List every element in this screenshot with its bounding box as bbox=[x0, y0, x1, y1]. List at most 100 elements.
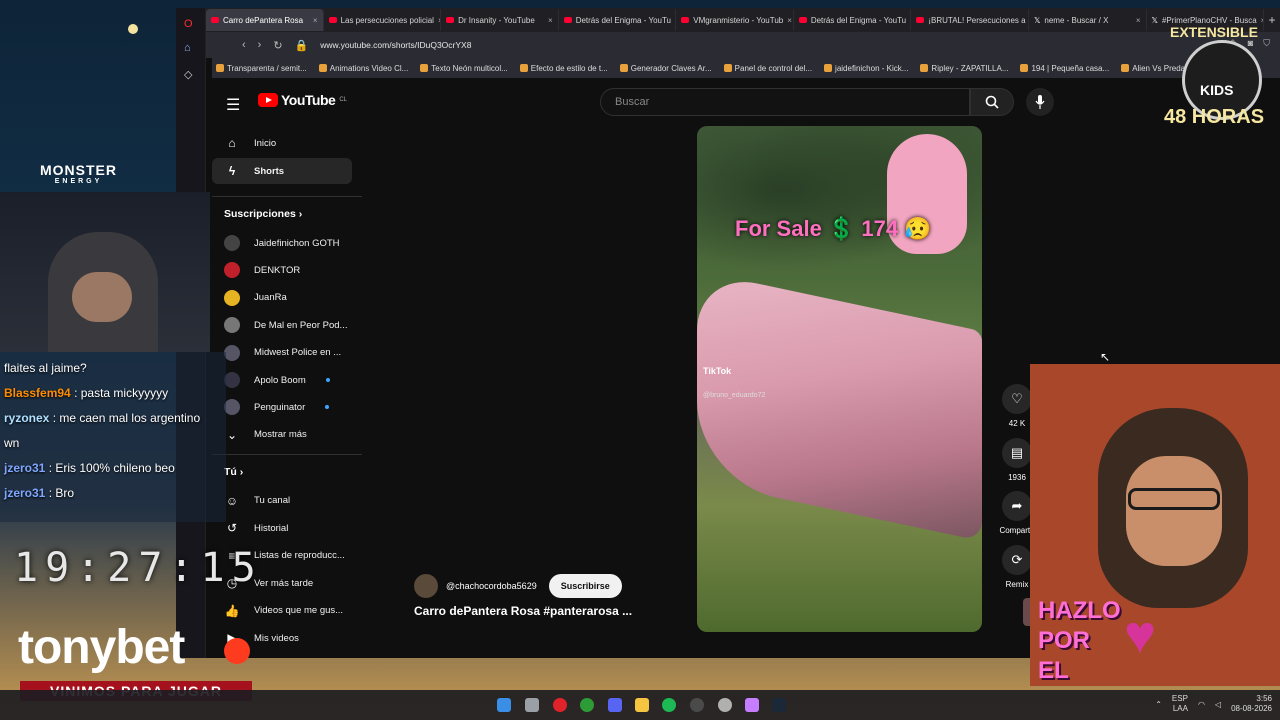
search-button[interactable] bbox=[970, 88, 1014, 116]
tray-expand-icon[interactable]: ⌃ bbox=[1155, 700, 1162, 709]
subscription-item[interactable]: De Mal en Peor Pod... bbox=[212, 312, 352, 338]
app-icon[interactable] bbox=[718, 698, 732, 712]
browser-tab[interactable]: Dr Insanity - YouTube × bbox=[441, 9, 559, 31]
close-tab-icon[interactable]: × bbox=[548, 16, 553, 25]
guide-item-label: Historial bbox=[254, 522, 289, 534]
language-indicator[interactable]: ESP LAA bbox=[1172, 694, 1188, 714]
guide-item-you[interactable]: 👍 Videos que me gus... bbox=[212, 598, 352, 624]
launcher-icon[interactable] bbox=[745, 698, 759, 712]
subscription-item[interactable]: Midwest Police en ... bbox=[212, 340, 352, 366]
volume-icon[interactable]: ◁ bbox=[1215, 700, 1221, 709]
subscription-label: JuanRa bbox=[254, 292, 287, 304]
guide-item-shorts[interactable]: ϟ Shorts bbox=[212, 158, 352, 184]
subscription-label: Apolo Boom bbox=[254, 374, 306, 386]
task-view-icon[interactable] bbox=[525, 698, 539, 712]
chevron-right-icon: › bbox=[295, 208, 303, 220]
bookmark-item[interactable]: Texto Neón multicol... bbox=[420, 64, 508, 73]
opera-icon[interactable] bbox=[553, 698, 567, 712]
video-title[interactable]: Carro dePantera Rosa #panterarosa ... bbox=[414, 604, 632, 618]
browser-tab[interactable]: Carro dePantera Rosa × bbox=[206, 9, 324, 31]
chat-username: jzero31 bbox=[4, 461, 46, 475]
bookmark-favicon-icon bbox=[824, 64, 833, 72]
subscription-item[interactable]: DENKTOR bbox=[212, 257, 352, 283]
subscriptions-header[interactable]: Suscripciones › bbox=[224, 208, 302, 220]
guide-item-inicio[interactable]: ⌂ Inicio bbox=[212, 130, 352, 156]
wifi-icon[interactable]: ◠ bbox=[1198, 700, 1205, 709]
history-icon: ↺ bbox=[226, 521, 238, 536]
subscribe-button[interactable]: Suscribirse bbox=[548, 574, 622, 598]
discord-icon[interactable] bbox=[608, 698, 622, 712]
mic-icon bbox=[1035, 95, 1045, 109]
bookmark-item[interactable]: Efecto de estilo de t... bbox=[519, 63, 608, 73]
browser-tab[interactable]: 𝕏neme - Buscar / X × bbox=[1029, 9, 1147, 31]
mouse-cursor-icon: ↖ bbox=[1100, 350, 1111, 364]
guide-item-label: Inicio bbox=[254, 137, 277, 149]
sponsor-dot bbox=[224, 638, 250, 664]
bookmark-item[interactable]: Animations Video Cl... bbox=[318, 64, 408, 73]
you-header[interactable]: Tú › bbox=[224, 466, 243, 478]
badge-top-text: EXTENSIBLE bbox=[1170, 24, 1258, 40]
youtube-logo[interactable]: YouTube CL bbox=[258, 92, 347, 108]
opera-logo-icon[interactable]: O bbox=[184, 18, 193, 30]
bookmark-item[interactable]: Transparenta / semit... bbox=[216, 64, 307, 73]
channel-name[interactable]: @chachocordoba5629 bbox=[446, 581, 537, 591]
speed-dial-icon[interactable]: ◇ bbox=[184, 68, 192, 81]
bookmark-favicon-icon bbox=[920, 64, 929, 72]
chat-username: jzero31 bbox=[4, 486, 46, 500]
bookmark-favicon-icon bbox=[216, 64, 224, 72]
browser-tab[interactable]: ¡BRUTAL! Persecuciones a× bbox=[911, 9, 1029, 31]
obs-icon[interactable] bbox=[690, 698, 704, 712]
forward-icon[interactable]: › bbox=[258, 39, 262, 51]
chevron-down-icon: ⌄ bbox=[226, 427, 238, 442]
youtube-icon bbox=[563, 17, 572, 23]
show-more-button[interactable]: ⌄ Mostrar más bbox=[212, 422, 352, 448]
streamer-avatar-panel: HAZLO POR EL ♥ bbox=[1030, 364, 1280, 686]
remix-icon[interactable]: ⟳ bbox=[1002, 544, 1032, 575]
browser-tab[interactable]: VMgranmisterio - YouTub × bbox=[676, 9, 794, 31]
chat-text: : Bro bbox=[48, 486, 75, 500]
browser-tab[interactable]: Detrás del Enigma - YouTu× bbox=[794, 9, 912, 31]
subscription-item[interactable]: JuanRa bbox=[212, 285, 352, 311]
subscription-item[interactable]: Penguinator bbox=[212, 394, 352, 420]
bookmark-item[interactable]: jaidefinichon - Kick... bbox=[824, 64, 908, 73]
voice-search-button[interactable] bbox=[1026, 88, 1054, 116]
short-video-player[interactable]: For Sale 💲 174 😥 TikTok @bruno_eduardo72 bbox=[697, 126, 982, 632]
url-field[interactable]: www.youtube.com/shorts/IDuQ3OcrYX8 bbox=[320, 40, 471, 50]
home-icon[interactable]: ⌂ bbox=[184, 42, 191, 54]
bookmark-label: Efecto de estilo de t... bbox=[530, 63, 608, 73]
share-icon[interactable]: ➦ bbox=[1002, 491, 1032, 521]
xbox-icon[interactable] bbox=[580, 698, 594, 712]
reload-icon[interactable]: ↻ bbox=[273, 39, 282, 52]
close-tab-icon[interactable]: × bbox=[787, 16, 792, 25]
subscription-label: Penguinator bbox=[254, 401, 306, 413]
menu-icon[interactable]: ☰ bbox=[226, 95, 240, 115]
search-input[interactable]: Buscar bbox=[600, 88, 970, 116]
bookmark-item[interactable]: Generador Claves Ar... bbox=[619, 63, 712, 73]
clock-tray[interactable]: 3:56 08-08-2026 bbox=[1231, 694, 1272, 714]
bookmark-item[interactable]: 194 | Pequeña casa... bbox=[1020, 64, 1109, 73]
channel-avatar[interactable] bbox=[414, 574, 438, 598]
bookmark-item[interactable]: Panel de control del... bbox=[723, 64, 812, 73]
steam-icon[interactable] bbox=[772, 698, 786, 712]
spotify-icon[interactable] bbox=[662, 698, 676, 712]
new-content-dot bbox=[325, 405, 330, 410]
youtube-icon bbox=[446, 17, 455, 23]
like-icon[interactable]: ♡ bbox=[1002, 384, 1032, 414]
comment-icon[interactable]: ▤ bbox=[1002, 437, 1032, 468]
close-tab-icon[interactable]: × bbox=[1136, 16, 1141, 25]
guide-item-you[interactable]: ☺ Tu canal bbox=[212, 488, 352, 514]
browser-tab[interactable]: Detrás del Enigma - YouTu× bbox=[559, 9, 677, 31]
back-icon[interactable]: ‹ bbox=[242, 39, 246, 51]
subscription-item[interactable]: Apolo Boom bbox=[212, 367, 352, 393]
folder-icon[interactable] bbox=[635, 698, 649, 712]
guide-item-you[interactable]: ↺ Historial bbox=[212, 515, 352, 541]
chat-message: ryzonex : me caen mal los argentino bbox=[4, 406, 222, 431]
bookmark-label: Generador Claves Ar... bbox=[630, 63, 712, 73]
subscription-label: Midwest Police en ... bbox=[254, 347, 342, 359]
close-tab-icon[interactable]: × bbox=[313, 16, 318, 25]
subscription-item[interactable]: Jaidefinichon GOTH bbox=[212, 230, 352, 256]
bookmark-item[interactable]: Ripley - ZAPATILLA... bbox=[920, 64, 1008, 73]
channel-avatar bbox=[224, 317, 240, 334]
start-icon[interactable] bbox=[497, 698, 511, 712]
browser-tab[interactable]: Las persecuciones policial× bbox=[324, 9, 442, 31]
